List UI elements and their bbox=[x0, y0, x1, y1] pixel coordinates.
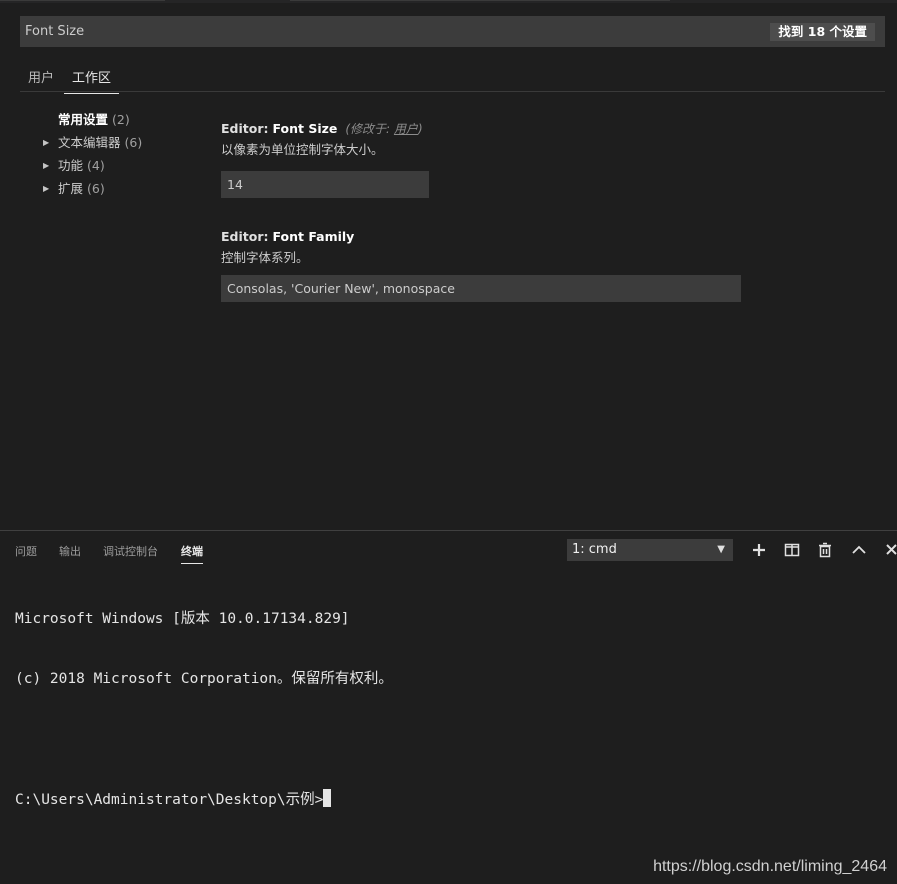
toc-item-text-editor[interactable]: ▶ 文本编辑器 (6) bbox=[40, 131, 200, 154]
terminal-select-value: 1: cmd bbox=[572, 542, 617, 557]
toc-item-extensions[interactable]: ▶ 扩展 (6) bbox=[40, 177, 200, 200]
search-result-count-badge: 找到 18 个设置 bbox=[770, 23, 875, 41]
setting-title: Editor: Font Family bbox=[221, 228, 741, 246]
setting-category: Editor: bbox=[221, 121, 269, 136]
settings-toc: 常用设置 (2) ▶ 文本编辑器 (6) ▶ 功能 (4) ▶ 扩展 (6) bbox=[40, 108, 200, 200]
chevron-right-icon: ▶ bbox=[43, 161, 50, 170]
new-terminal-button[interactable] bbox=[749, 540, 769, 560]
toc-item-label: 扩展 bbox=[58, 181, 84, 196]
toc-item-count: (2) bbox=[112, 112, 130, 127]
tab-debug-console[interactable]: 调试控制台 bbox=[103, 543, 158, 559]
setting-description: 控制字体系列。 bbox=[221, 250, 309, 265]
editor-tab-strip bbox=[0, 0, 897, 3]
modified-indicator: (修改于: 用户) bbox=[345, 122, 422, 136]
chevron-right-icon: ▶ bbox=[43, 184, 50, 193]
toc-item-label: 功能 bbox=[58, 158, 84, 173]
bottom-panel: 问题 输出 调试控制台 终端 1: cmd ▼ Microsoft Window… bbox=[0, 530, 897, 884]
chevron-right-icon: ▶ bbox=[43, 138, 50, 147]
settings-search-bar: 找到 18 个设置 bbox=[20, 16, 885, 47]
font-size-input[interactable] bbox=[221, 171, 429, 198]
maximize-panel-button[interactable] bbox=[849, 540, 869, 560]
dropdown-arrow-icon: ▼ bbox=[717, 544, 725, 555]
toc-item-count: (6) bbox=[124, 135, 143, 150]
setting-font-size: Editor: Font Size (修改于: 用户) 以像素为单位控制字体大小… bbox=[221, 120, 429, 198]
toc-item-count: (6) bbox=[87, 181, 105, 196]
toc-item-label: 文本编辑器 bbox=[58, 135, 121, 150]
tab-user[interactable]: 用户 bbox=[28, 67, 54, 86]
terminal-cursor bbox=[323, 789, 332, 807]
tab-terminal[interactable]: 终端 bbox=[181, 543, 203, 564]
plus-icon bbox=[753, 544, 765, 556]
setting-font-family: Editor: Font Family 控制字体系列。 bbox=[221, 228, 741, 302]
modified-prefix: (修改于: bbox=[345, 122, 391, 136]
settings-scope-tabs: 用户 工作区 bbox=[20, 60, 885, 94]
watermark: https://blog.csdn.net/liming_2464 bbox=[653, 858, 887, 875]
toc-item-features[interactable]: ▶ 功能 (4) bbox=[40, 154, 200, 177]
terminal-output[interactable]: Microsoft Windows [版本 10.0.17134.829] (c… bbox=[15, 569, 393, 849]
terminal-prompt: C:\Users\Administrator\Desktop\示例> bbox=[15, 792, 324, 808]
setting-category: Editor: bbox=[221, 229, 269, 244]
terminal-select-dropdown[interactable]: 1: cmd ▼ bbox=[567, 539, 733, 561]
tab-output[interactable]: 输出 bbox=[59, 543, 81, 559]
tab-problems[interactable]: 问题 bbox=[15, 543, 37, 559]
terminal-line: Microsoft Windows [版本 10.0.17134.829] bbox=[15, 611, 350, 627]
terminal-line: (c) 2018 Microsoft Corporation。保留所有权利。 bbox=[15, 671, 393, 687]
split-icon bbox=[784, 543, 800, 557]
setting-key: Font Size bbox=[272, 121, 338, 136]
kill-terminal-button[interactable] bbox=[815, 540, 835, 560]
trash-icon bbox=[819, 542, 831, 558]
setting-title: Editor: Font Size (修改于: 用户) bbox=[221, 120, 429, 138]
font-family-input[interactable] bbox=[221, 275, 741, 302]
modified-suffix: ) bbox=[417, 122, 423, 136]
toc-item-label: 常用设置 bbox=[58, 112, 109, 127]
toc-item-commonly-used[interactable]: 常用设置 (2) bbox=[40, 108, 200, 131]
tab-divider bbox=[290, 0, 670, 1]
close-panel-button[interactable] bbox=[882, 540, 897, 560]
toc-item-count: (4) bbox=[87, 158, 105, 173]
modified-in-user-link[interactable]: 用户 bbox=[394, 122, 418, 136]
split-terminal-button[interactable] bbox=[782, 540, 802, 560]
terminal-prompt-line: C:\Users\Administrator\Desktop\示例> bbox=[15, 789, 393, 809]
settings-search-input[interactable] bbox=[20, 16, 720, 47]
setting-key: Font Family bbox=[272, 229, 355, 244]
chevron-up-icon bbox=[852, 545, 866, 554]
close-icon bbox=[886, 544, 897, 555]
setting-description: 以像素为单位控制字体大小。 bbox=[221, 142, 384, 157]
tab-divider bbox=[0, 0, 165, 1]
tab-workspace[interactable]: 工作区 bbox=[64, 67, 120, 94]
